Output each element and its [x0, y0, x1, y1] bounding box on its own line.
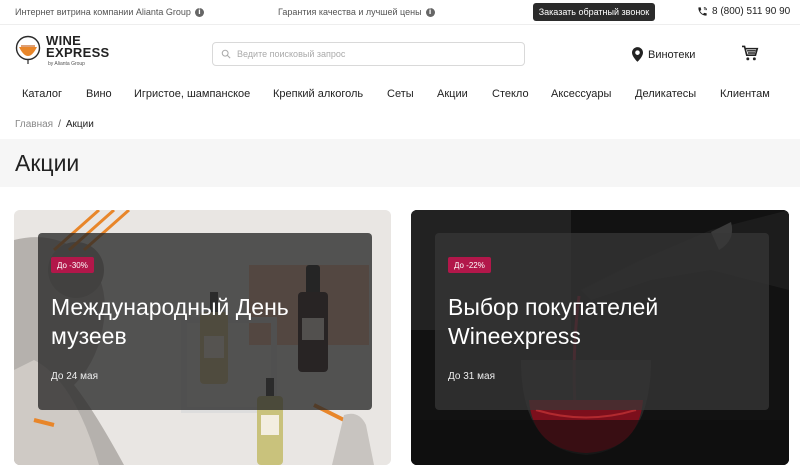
promo-date: До 31 мая [448, 371, 495, 382]
cart-icon [742, 45, 759, 61]
nav-item-promos[interactable]: Акции [437, 88, 468, 100]
logo-line-express: EXPRESS [46, 45, 110, 60]
info-icon[interactable]: i [194, 7, 204, 17]
nav-item-sparkling[interactable]: Игристое, шампанское [134, 88, 250, 100]
promo-card-customers-choice[interactable]: До -22% Выбор покупателей Wineexpress До… [411, 210, 789, 465]
promo-title: Выбор покупателей Wineexpress [448, 294, 659, 349]
nav-item-wine[interactable]: Вино [86, 88, 112, 100]
breadcrumb-separator: / [58, 119, 61, 130]
breadcrumb-home[interactable]: Главная [15, 119, 53, 130]
nav-item-accessories[interactable]: Аксессуары [551, 88, 611, 100]
nav-item-sets[interactable]: Сеты [387, 88, 414, 100]
nav-item-catalog[interactable]: Каталог [22, 88, 62, 100]
nav-item-clients[interactable]: Клиентам [720, 88, 770, 100]
search-box[interactable] [212, 42, 525, 66]
title-band: Акции [0, 139, 800, 187]
nav-item-glass[interactable]: Стекло [492, 88, 529, 100]
promo-title: Международный День музеев [51, 294, 289, 349]
phone-icon [698, 7, 707, 16]
breadcrumb-current: Акции [65, 119, 94, 130]
discount-badge: До -22% [448, 257, 491, 273]
location-pin-icon [632, 47, 643, 62]
wine-glass-logo-icon [15, 35, 41, 64]
company-note: Интернет витрина компании Alianta Group … [15, 7, 204, 17]
discount-badge: До -30% [51, 257, 94, 273]
quality-note-text: Гарантия качества и лучшей цены [278, 7, 422, 17]
promo-overlay: До -30% Международный День музеев До 24 … [38, 233, 372, 410]
stores-label: Винотеки [648, 48, 696, 61]
phone-number: 8 (800) 511 90 90 [712, 6, 791, 17]
phone-link[interactable]: 8 (800) 511 90 90 [697, 6, 790, 17]
search-icon [221, 49, 231, 59]
stores-link[interactable]: Винотеки [632, 47, 695, 62]
cart-button[interactable] [741, 45, 759, 66]
quality-note: Гарантия качества и лучшей цены i [278, 7, 435, 17]
logo-subtitle: by Alianta Group [48, 61, 85, 67]
search-input[interactable] [237, 49, 497, 59]
breadcrumb: Главная / Акции [15, 119, 94, 130]
company-note-text: Интернет витрина компании Alianta Group [15, 7, 191, 17]
top-info-bar: Интернет витрина компании Alianta Group … [0, 0, 800, 24]
breadcrumb-bar: Главная / Акции [0, 110, 800, 138]
promo-overlay: До -22% Выбор покупателей Wineexpress До… [435, 233, 769, 410]
site-header: WINE EXPRESS by Alianta Group Винотеки [0, 24, 800, 80]
nav-item-delicacies[interactable]: Деликатесы [635, 88, 696, 100]
callback-button[interactable]: Заказать обратный звонок [533, 3, 655, 21]
promo-card-museums[interactable]: До -30% Международный День музеев До 24 … [14, 210, 391, 465]
main-nav: Каталог Вино Игристое, шампанское Крепки… [0, 80, 800, 110]
page-title: Акции [15, 150, 80, 176]
promo-date: До 24 мая [51, 371, 98, 382]
info-icon[interactable]: i [425, 7, 435, 17]
nav-item-spirits[interactable]: Крепкий алкоголь [273, 88, 363, 100]
site-logo[interactable]: WINE EXPRESS by Alianta Group [15, 34, 110, 67]
